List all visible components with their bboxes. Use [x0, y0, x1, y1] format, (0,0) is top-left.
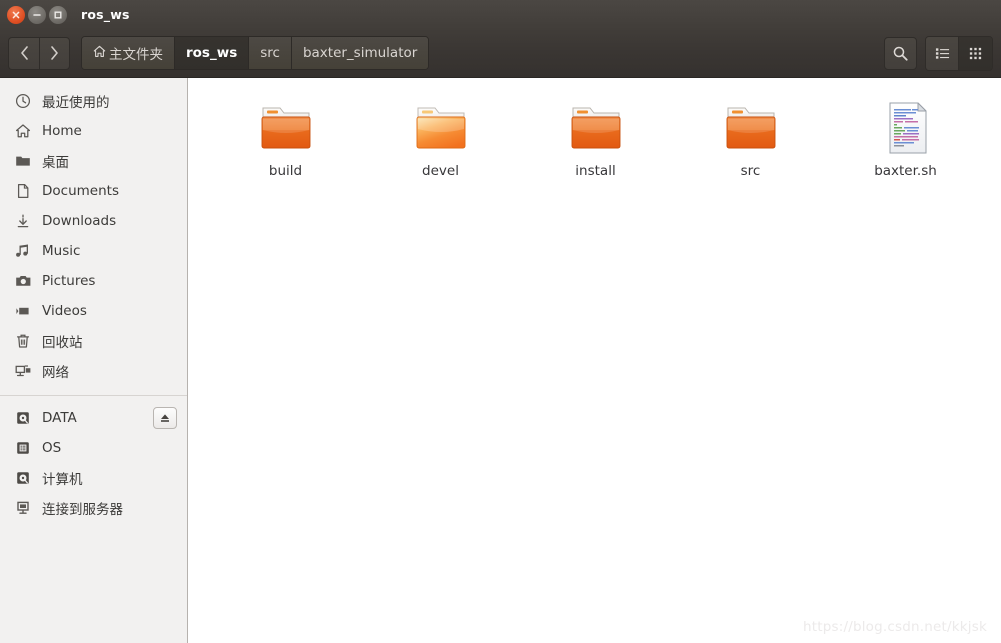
drive-icon	[14, 469, 32, 487]
sidebar-item-data[interactable]: DATA	[0, 403, 187, 433]
sidebar-item-label: OS	[42, 440, 62, 456]
network-icon	[14, 362, 32, 380]
sidebar-item-label: 最近使用的	[42, 95, 110, 111]
sidebar-item-label: Pictures	[42, 273, 96, 289]
video-icon	[14, 302, 32, 320]
file-item-devel[interactable]: devel	[363, 92, 518, 179]
forward-button[interactable]	[39, 36, 70, 70]
maximize-button[interactable]	[49, 5, 67, 24]
folder-icon	[254, 96, 318, 156]
breadcrumb-label: ros_ws	[186, 45, 238, 61]
grid-view-button[interactable]	[959, 36, 992, 70]
file-name: install	[575, 163, 616, 179]
file-item-baxter-sh[interactable]: baxter.sh	[828, 92, 983, 179]
breadcrumb-item-src[interactable]: src	[249, 37, 292, 69]
breadcrumb-item-home[interactable]: 主文件夹	[82, 37, 175, 69]
maximize-icon	[54, 11, 62, 18]
breadcrumb-item-baxter_simulator[interactable]: baxter_simulator	[291, 37, 429, 69]
sidebar-item-downloads[interactable]: Downloads	[0, 206, 187, 236]
file-name: devel	[422, 163, 459, 179]
file-name: src	[740, 163, 761, 179]
document-icon	[14, 182, 32, 200]
clock-icon	[14, 92, 32, 110]
sidebar-item-videos[interactable]: Videos	[0, 296, 187, 326]
sidebar-item-label: 网络	[42, 365, 69, 381]
list-view-button[interactable]	[926, 36, 959, 70]
sidebar-item-label: Videos	[42, 303, 87, 319]
script-file-icon	[874, 96, 938, 156]
file-list-area[interactable]: build devel install src baxter.sh https:…	[188, 78, 1001, 643]
sidebar-item-label: 桌面	[42, 155, 69, 171]
sidebar-item-os[interactable]: OS	[0, 433, 187, 463]
breadcrumb-label: baxter_simulator	[302, 45, 418, 61]
chevron-left-icon	[20, 46, 28, 60]
folder-icon	[14, 152, 32, 170]
breadcrumb-item-ros_ws[interactable]: ros_ws	[175, 37, 250, 69]
trash-icon	[14, 332, 32, 350]
camera-icon	[14, 272, 32, 290]
file-item-install[interactable]: install	[518, 92, 673, 179]
minimize-icon	[33, 13, 41, 16]
sidebar-item-desktop[interactable]: 桌面	[0, 146, 187, 176]
sidebar-item-music[interactable]: Music	[0, 236, 187, 266]
breadcrumb: 主文件夹 ros_ws src baxter_simulator	[81, 36, 430, 70]
window-title: ros_ws	[81, 7, 130, 22]
drive-icon	[14, 409, 32, 427]
grid-view-icon	[969, 47, 982, 59]
titlebar: ros_ws	[0, 0, 1001, 29]
sidebar-item-label: Documents	[42, 183, 119, 199]
sidebar-item-computer[interactable]: 计算机	[0, 463, 187, 493]
server-icon	[14, 499, 32, 517]
sidebar-item-label: 回收站	[42, 335, 83, 351]
disk-icon	[14, 439, 32, 457]
sidebar-item-pictures[interactable]: Pictures	[0, 266, 187, 296]
file-item-src[interactable]: src	[673, 92, 828, 179]
folder-icon	[564, 96, 628, 156]
back-button[interactable]	[8, 36, 39, 70]
sidebar-item-trash[interactable]: 回收站	[0, 326, 187, 356]
toolbar: 主文件夹 ros_ws src baxter_simulator	[0, 29, 1001, 78]
file-name: build	[268, 163, 303, 179]
icon-grid: build devel install src baxter.sh	[188, 78, 1001, 179]
sidebar-item-label: DATA	[42, 410, 77, 426]
navigation-buttons	[8, 36, 70, 70]
sidebar-item-label: 计算机	[42, 472, 83, 488]
folder-icon	[719, 96, 783, 156]
sidebar-divider	[0, 395, 187, 396]
file-name: baxter.sh	[874, 163, 937, 179]
download-icon	[14, 212, 32, 230]
watermark: https://blog.csdn.net/kkjsk	[802, 619, 987, 635]
window-controls	[7, 5, 67, 24]
breadcrumb-label: src	[260, 45, 280, 61]
breadcrumb-label: 主文件夹	[109, 47, 163, 63]
close-button[interactable]	[7, 5, 25, 24]
sidebar-item-label: Home	[42, 123, 82, 139]
sidebar-item-network[interactable]: 网络	[0, 356, 187, 386]
window-body: 最近使用的 Home 桌面 Documents Downloads Music …	[0, 78, 1001, 643]
file-manager-window: ros_ws 主文件夹 ros_ws src baxter_simulator …	[0, 0, 1001, 643]
eject-icon	[161, 414, 169, 422]
file-item-build[interactable]: build	[208, 92, 363, 179]
sidebar-item-label: Downloads	[42, 213, 117, 229]
music-icon	[14, 242, 32, 260]
home-icon	[14, 122, 32, 140]
minimize-button[interactable]	[28, 5, 46, 24]
search-button[interactable]	[884, 36, 917, 70]
sidebar: 最近使用的 Home 桌面 Documents Downloads Music …	[0, 78, 188, 643]
toolbar-actions	[884, 35, 993, 71]
folder-icon	[409, 96, 473, 156]
sidebar-item-recent[interactable]: 最近使用的	[0, 86, 187, 116]
list-view-icon	[935, 47, 949, 59]
sidebar-item-label: 连接到服务器	[42, 502, 123, 518]
sidebar-item-label: Music	[42, 243, 81, 259]
sidebar-item-documents[interactable]: Documents	[0, 176, 187, 206]
sidebar-item-connect-to-server[interactable]: 连接到服务器	[0, 493, 187, 523]
chevron-right-icon	[51, 46, 58, 60]
eject-button[interactable]	[153, 407, 177, 429]
close-icon	[12, 11, 20, 18]
home-icon	[93, 45, 106, 62]
search-icon	[893, 46, 908, 61]
sidebar-item-home[interactable]: Home	[0, 116, 187, 146]
view-toggle-group	[925, 35, 993, 71]
